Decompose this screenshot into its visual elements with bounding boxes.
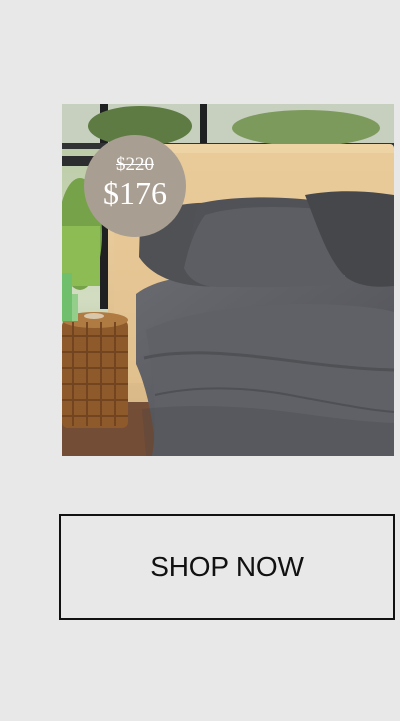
price-badge: $220 $176 <box>84 135 186 237</box>
sale-price: $176 <box>103 175 167 211</box>
shop-now-label: SHOP NOW <box>150 551 304 582</box>
shop-now-button[interactable]: SHOP NOW <box>59 514 395 620</box>
old-price: $220 <box>116 154 154 175</box>
